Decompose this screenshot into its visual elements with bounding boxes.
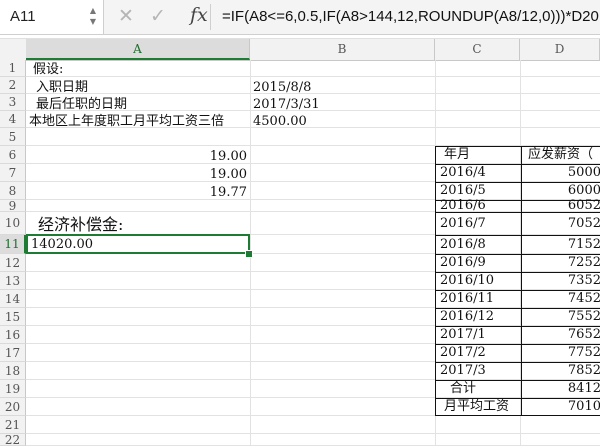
- cell-reference[interactable]: A11: [10, 8, 36, 25]
- salary-amount[interactable]: 7752: [521, 344, 600, 362]
- cell-b3[interactable]: 2017/3/31: [250, 96, 323, 114]
- cell-b4[interactable]: 4500.00: [250, 113, 310, 131]
- cell-a8[interactable]: 19.77: [26, 184, 250, 202]
- cell-a2[interactable]: 入职日期: [30, 79, 91, 97]
- column-header-c[interactable]: C: [435, 39, 520, 60]
- salary-avg-label[interactable]: 月平均工资: [441, 398, 512, 416]
- cell-a1[interactable]: 假设:: [30, 61, 66, 79]
- row-header-17[interactable]: 17: [0, 344, 26, 362]
- row-header-10[interactable]: 10: [0, 212, 26, 235]
- salary-month[interactable]: 2017/2: [437, 344, 489, 362]
- row-header-12[interactable]: 12: [0, 254, 26, 272]
- formula-input[interactable]: =IF(A8<=6,0.5,IF(A8>144,12,ROUNDUP(A8/12…: [222, 8, 600, 25]
- row-header-4[interactable]: 4: [0, 111, 26, 128]
- selected-cell-outline: [26, 234, 250, 254]
- row-header-16[interactable]: 16: [0, 326, 26, 344]
- cell-a7[interactable]: 19.00: [26, 166, 250, 184]
- row-header-13[interactable]: 13: [0, 272, 26, 290]
- salary-month[interactable]: 2017/3: [437, 362, 489, 380]
- salary-month[interactable]: 2016/6: [437, 199, 489, 212]
- salary-amount[interactable]: 7052: [521, 212, 600, 235]
- row-gridline: [26, 433, 600, 434]
- confirm-icon[interactable]: ✓: [150, 5, 166, 27]
- row-header-7[interactable]: 7: [0, 164, 26, 182]
- salary-month[interactable]: 2016/10: [437, 272, 497, 290]
- row-header-15[interactable]: 15: [0, 308, 26, 326]
- name-box[interactable]: A11 ▲ ▼: [0, 0, 104, 34]
- salary-amount[interactable]: 7652: [521, 326, 600, 344]
- name-box-stepper[interactable]: ▲ ▼: [88, 5, 98, 29]
- salary-amount[interactable]: 7552: [521, 308, 600, 326]
- salary-amount[interactable]: 7452: [521, 290, 600, 308]
- row-header-2[interactable]: 2: [0, 77, 26, 94]
- row-header-20[interactable]: 20: [0, 398, 26, 416]
- table-border-left: [435, 146, 436, 416]
- row-header-6[interactable]: 6: [0, 146, 26, 164]
- row-gridline: [26, 76, 600, 77]
- cell-a10[interactable]: 经济补偿金:: [30, 214, 126, 236]
- salary-avg-value[interactable]: 7010: [521, 398, 600, 416]
- row-header-11[interactable]: 11: [0, 235, 26, 254]
- salary-amount[interactable]: 5000: [521, 164, 600, 182]
- row-header-1[interactable]: 1: [0, 60, 26, 77]
- row-header-21[interactable]: 21: [0, 416, 26, 434]
- salary-month[interactable]: 2016/7: [437, 212, 489, 235]
- salary-amount[interactable]: 7152: [521, 235, 600, 254]
- salary-month[interactable]: 2017/1: [437, 326, 489, 344]
- cell-a6[interactable]: 19.00: [26, 148, 250, 166]
- formula-bar: A11 ▲ ▼ ✕ ✓ fx =IF(A8<=6,0.5,IF(A8>144,1…: [0, 0, 600, 35]
- salary-total-label[interactable]: 合计: [447, 380, 479, 398]
- chevron-down-icon[interactable]: ▼: [88, 16, 98, 27]
- salary-month[interactable]: 2016/4: [437, 164, 489, 182]
- chevron-up-icon[interactable]: ▲: [88, 5, 98, 16]
- column-header-b[interactable]: B: [250, 39, 435, 60]
- salary-month[interactable]: 2016/12: [437, 308, 497, 326]
- salary-month[interactable]: 2016/8: [437, 235, 489, 254]
- insert-function-icon[interactable]: fx: [190, 4, 208, 26]
- salary-amount[interactable]: 6052: [521, 199, 600, 212]
- row-header-3[interactable]: 3: [0, 94, 26, 111]
- column-header-a[interactable]: A: [26, 39, 250, 60]
- row-header-9[interactable]: 9: [0, 200, 26, 212]
- row-header-22[interactable]: 22: [0, 434, 26, 446]
- row-header-8[interactable]: 8: [0, 182, 26, 200]
- salary-amount[interactable]: 7252: [521, 254, 600, 272]
- salary-header-month[interactable]: 年月: [441, 146, 473, 164]
- row-header-14[interactable]: 14: [0, 290, 26, 308]
- formula-separator: [210, 4, 211, 30]
- salary-header-amount[interactable]: 应发薪资（: [525, 146, 596, 164]
- table-border-top: [435, 146, 600, 147]
- row-header-18[interactable]: 18: [0, 362, 26, 380]
- cancel-icon[interactable]: ✕: [118, 5, 134, 27]
- cell-a3[interactable]: 最后任职的日期: [30, 96, 130, 114]
- select-all-corner[interactable]: [0, 39, 27, 60]
- salary-total-value[interactable]: 8412: [521, 380, 600, 398]
- spreadsheet-grid[interactable]: 1 2 3 4 5 6 7 8 9 10 11 12 13 14 15 16 17 18 19 20 21 22 假设: …: [0, 60, 600, 446]
- column-header-row: A B C D: [0, 38, 600, 61]
- fill-handle[interactable]: [245, 250, 253, 258]
- column-header-d[interactable]: D: [520, 39, 600, 60]
- salary-month[interactable]: 2016/11: [437, 290, 497, 308]
- cell-b2[interactable]: 2015/8/8: [250, 79, 314, 97]
- row-header-5[interactable]: 5: [0, 128, 26, 146]
- cell-a4[interactable]: 本地区上年度职工月平均工资三倍: [26, 113, 227, 131]
- table-border-bottom: [435, 415, 600, 416]
- row-header-19[interactable]: 19: [0, 380, 26, 398]
- salary-amount[interactable]: 7352: [521, 272, 600, 290]
- salary-month[interactable]: 2016/9: [437, 254, 489, 272]
- salary-amount[interactable]: 7852: [521, 362, 600, 380]
